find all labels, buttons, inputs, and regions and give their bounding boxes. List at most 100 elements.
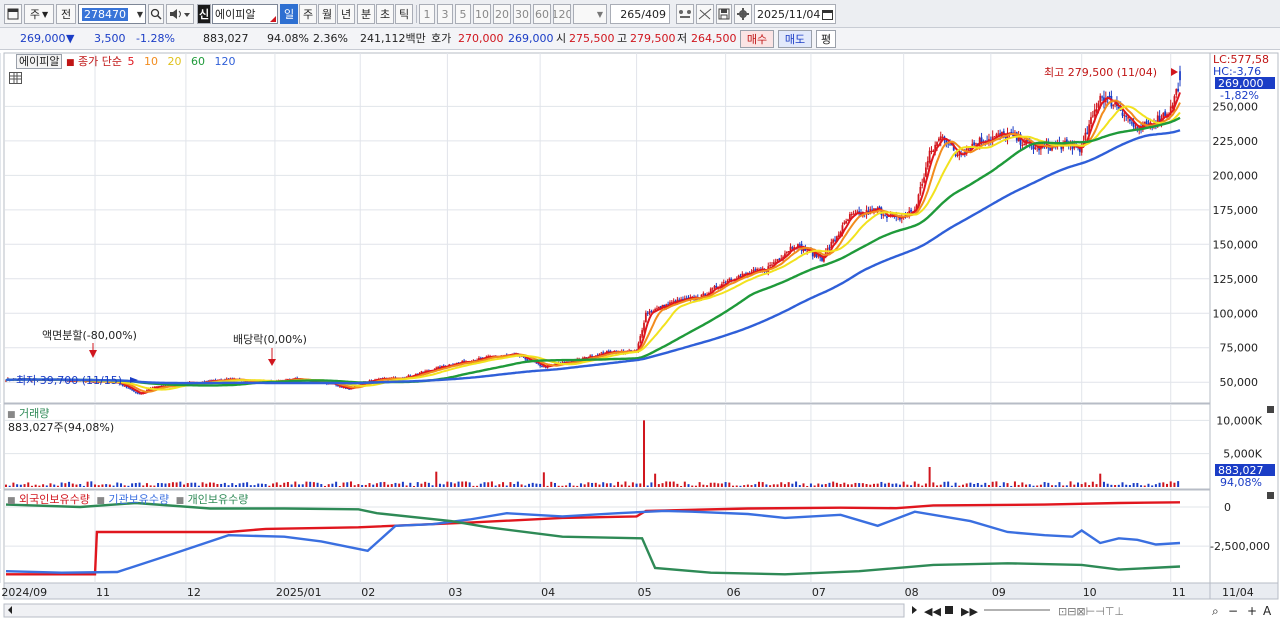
volume-bar [498,484,501,487]
stock-name-field[interactable]: 에이피알 [212,4,278,24]
type-select[interactable]: 주 ▼ [24,4,54,24]
volume-bar [1169,481,1172,487]
volume-bar [987,485,990,487]
volume-value-label: 883,027주(94,08%) [8,421,115,434]
volume-bar [932,482,935,487]
volume-bar [1076,482,1079,487]
volume-bar [694,485,697,487]
interval-30[interactable]: 30 [513,4,531,24]
interval-10[interactable]: 10 [473,4,491,24]
period-day[interactable]: 일 [280,4,298,24]
period-tick-label: 틱 [398,8,410,21]
fast-forward-icon[interactable]: ▶▶ [961,605,978,618]
volume-bar [409,482,412,487]
volume-bar [242,482,245,487]
volume-bar [939,484,942,487]
interval-20[interactable]: 20 [493,4,511,24]
magnifier-icon[interactable]: ⌕ [1212,604,1219,618]
period-minute[interactable]: 분 [357,4,375,24]
save-icon[interactable] [716,4,732,24]
horizontal-scrollbar[interactable] [3,603,905,618]
candle-body [926,161,929,167]
candle-body [886,216,888,219]
candle-body [1121,112,1124,116]
interval-1[interactable]: 1 [419,4,435,24]
volume-bar [353,485,356,487]
interval-3[interactable]: 3 [437,4,453,24]
candle-body [338,386,341,388]
volume-bar [813,485,816,487]
volume-bar [1110,484,1113,487]
time-tick-label: 11 [96,586,110,599]
period-week[interactable]: 주 [299,4,317,24]
volume-bar [847,484,850,487]
volume-bar [528,483,531,487]
period-year[interactable]: 년 [337,4,355,24]
time-tick-label: 03 [448,586,462,599]
sell-button[interactable]: 매도 [778,30,812,48]
volume-bar [539,483,542,487]
volume-bar [613,485,616,487]
volume-bar [457,481,460,487]
time-tick-label: 05 [638,586,652,599]
rewind-icon[interactable]: ◀◀ [924,605,941,618]
main-toolbar: 주 ▼ 전 278470 ▼ 신 에이피알 일 주 월 년 분 초 틱 1 3 … [0,0,1280,28]
volume-bar [1106,483,1109,487]
date-input[interactable]: 2025/11/04 [754,4,836,24]
volume-bar [1099,473,1102,487]
evaluate-button-label: 평 [820,33,832,46]
legend-stock-name[interactable]: 에이피알 [16,54,63,69]
interval-120[interactable]: 120 [553,4,571,24]
prev-button[interactable]: 전 [56,4,76,24]
time-tick-label: 02 [361,586,375,599]
volume-bar [149,485,152,487]
candle-body [1129,119,1131,122]
font-size-icon[interactable]: A [1263,604,1272,618]
volume-bar [809,483,812,487]
play-icon[interactable] [912,606,917,614]
volume-bar [720,483,723,487]
zoom-tools-icon[interactable]: ⊡⊟⊠⊢⊣⊤⊥ [1058,605,1124,618]
chevron-down-icon: ▼ [596,9,603,19]
holdings-tick-label: -2,500,000 [1210,540,1270,553]
volume-bar [205,483,208,487]
interval-5[interactable]: 5 [455,4,471,24]
period-second[interactable]: 초 [376,4,394,24]
volume-bar [56,485,59,487]
volume-bar [732,485,735,487]
chart-canvas[interactable]: 50,000 75,000 100,000 125,000 150,000 175,000… [0,51,1280,621]
candle-body [785,251,788,254]
calendar-icon[interactable] [822,9,833,20]
interval-60[interactable]: 60 [533,4,551,24]
volume-bar [798,485,801,487]
candle-body [921,183,924,186]
volume-bar [275,482,278,487]
dividend-annotation: 배당락(0,00%) [233,333,307,346]
price-tick-label: 200,000 [1213,169,1259,182]
interval-dropdown[interactable]: ▼ [573,4,607,24]
volume-bar [635,483,638,487]
zoom-out-icon[interactable]: − [1228,604,1238,618]
close-volume-pane-icon[interactable] [1267,406,1274,413]
link-icon[interactable] [676,4,694,24]
table-icon[interactable] [9,72,22,84]
page-count-field[interactable]: 265/409 [610,4,670,24]
period-tick[interactable]: 틱 [395,4,413,24]
volume-bar [453,483,456,487]
volume-bar [706,485,709,487]
close-holdings-pane-icon[interactable] [1267,492,1274,499]
zoom-in-icon[interactable]: + [1247,604,1257,618]
period-month[interactable]: 월 [318,4,336,24]
volume-bar [821,484,824,487]
chevron-down-icon: ▼ [41,9,49,19]
speaker-icon[interactable] [166,4,194,24]
search-icon[interactable] [148,4,164,24]
evaluate-button[interactable]: 평 [816,30,836,48]
window-icon[interactable] [4,4,22,24]
gear-icon[interactable] [734,4,752,24]
crosshair-icon[interactable] [696,4,714,24]
candle-body [771,264,773,266]
stop-icon[interactable] [945,606,953,614]
buy-button[interactable]: 매수 [740,30,774,48]
stock-code-input[interactable]: 278470 ▼ [78,4,146,24]
